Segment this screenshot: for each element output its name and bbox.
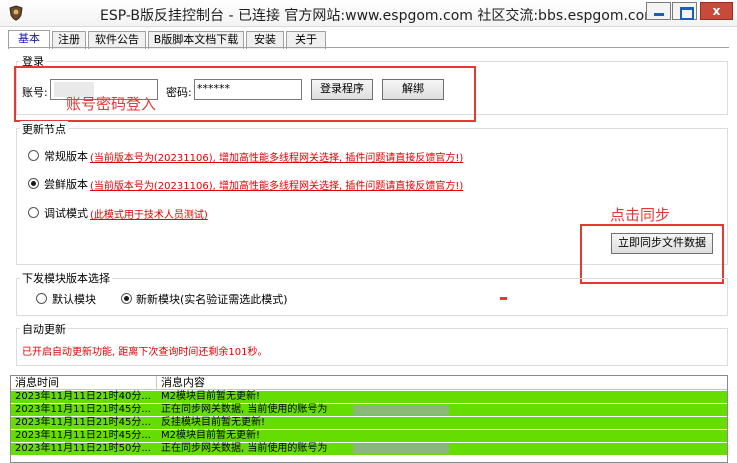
log-row-content: M2模块目前暂无更新! — [161, 430, 260, 441]
radio-early-version[interactable] — [28, 178, 39, 189]
red-mark — [500, 297, 507, 300]
log-row-content: 正在同步网关数据, 当前使用的账号为 — [161, 443, 328, 454]
radio-new-module[interactable] — [121, 293, 132, 304]
radio-debug-mode[interactable] — [28, 207, 39, 218]
sync-annotation: 点击同步 — [610, 206, 671, 224]
log-row-time: 2023年11月11日21时45分... — [15, 417, 151, 428]
log-row-redaction — [353, 444, 449, 454]
log-row-redaction — [353, 405, 449, 415]
login-annotation: 账号密码登入 — [66, 95, 157, 113]
auto-update-group-label: 自动更新 — [20, 321, 68, 337]
window-title: ESP-B版反挂控制台 - 已连接 官方网站:www.espgom.com 社区… — [100, 8, 658, 24]
log-row-content: M2模块目前暂无更新! — [161, 391, 260, 402]
log-row-content: 正在同步网关数据, 当前使用的账号为 — [161, 404, 328, 415]
log-row[interactable]: 2023年11月11日21时40分... M2模块目前暂无更新! — [11, 391, 727, 403]
log-header: 消息时间 消息内容 — [11, 376, 727, 390]
message-log[interactable]: 消息时间 消息内容 2023年11月11日21时40分... M2模块目前暂无更… — [10, 375, 728, 463]
log-row-time: 2023年11月11日21时45分... — [15, 404, 151, 415]
title-bar: ESP-B版反挂控制台 - 已连接 官方网站:www.espgom.com 社区… — [0, 0, 737, 27]
regular-version-note: (当前版本号为(20231106), 增加高性能多线程网关选择, 插件问题请直接… — [90, 153, 464, 164]
new-module-label: 新新模块(实名验证需选此模式) — [136, 293, 288, 306]
log-row[interactable]: 2023年11月11日21时45分... 反挂模块目前暂无更新! — [11, 417, 727, 429]
debug-mode-note: (此模式用于技术人员测试) — [90, 210, 208, 221]
auto-update-status: 已开启自动更新功能, 距离下次查询时间还剩余101秒。 — [22, 347, 268, 358]
regular-version-label: 常规版本 — [44, 150, 88, 163]
log-col-time: 消息时间 — [15, 376, 59, 389]
log-col-content: 消息内容 — [161, 376, 205, 389]
log-row[interactable]: 2023年11月11日21时45分... M2模块目前暂无更新! — [11, 430, 727, 442]
log-row-time: 2023年11月11日21时50分... — [15, 443, 151, 454]
early-version-label: 尝鲜版本 — [44, 178, 88, 191]
log-row[interactable]: 2023年11月11日21时50分... 正在同步网关数据, 当前使用的账号为 — [11, 443, 727, 455]
log-row-time: 2023年11月11日21时40分... — [15, 391, 151, 402]
radio-regular-version[interactable] — [28, 150, 39, 161]
debug-mode-label: 调试模式 — [44, 207, 88, 220]
close-button[interactable]: x — [700, 2, 733, 20]
log-row-content: 反挂模块目前暂无更新! — [161, 417, 266, 428]
tab-divider — [8, 47, 729, 48]
default-module-label: 默认模块 — [52, 293, 96, 306]
maximize-button[interactable] — [672, 2, 697, 20]
minimize-button[interactable] — [646, 2, 671, 20]
radio-default-module[interactable] — [36, 293, 47, 304]
early-version-note: (当前版本号为(20231106), 增加高性能多线程网关选择, 插件问题请直接… — [90, 181, 464, 192]
sync-files-button[interactable]: 立即同步文件数据 — [611, 233, 713, 254]
log-col-separator — [156, 376, 157, 390]
module-group-label: 下发模块版本选择 — [20, 270, 112, 286]
log-row-time: 2023年11月11日21时45分... — [15, 430, 151, 441]
log-row[interactable]: 2023年11月11日21时45分... 正在同步网关数据, 当前使用的账号为 — [11, 404, 727, 416]
app-shield-icon — [9, 5, 23, 21]
update-node-group-label: 更新节点 — [20, 121, 68, 137]
